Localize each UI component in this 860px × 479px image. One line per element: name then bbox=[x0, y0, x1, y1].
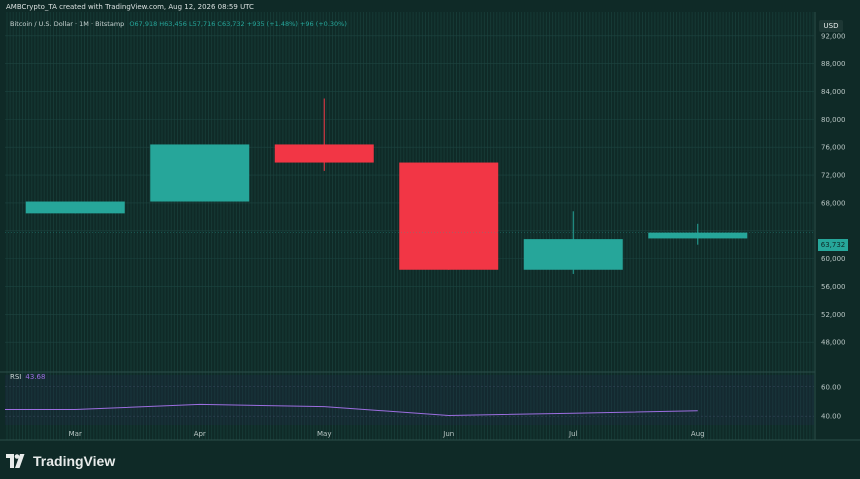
price-tick-label: 52,000 bbox=[821, 311, 846, 319]
price-tick-label: 60,000 bbox=[821, 255, 846, 263]
rsi-title: RSI bbox=[10, 373, 22, 381]
rsi-pane bbox=[5, 375, 814, 425]
time-tick-label: May bbox=[317, 430, 331, 438]
rsi-tick-label: 60.00 bbox=[821, 383, 841, 391]
candle-body bbox=[399, 162, 499, 270]
candle-body bbox=[648, 232, 748, 239]
ohlc-values: O67,918 H63,456 L57,716 C63,732 +935 (+1… bbox=[129, 20, 347, 28]
rsi-legend[interactable]: RSI 43.68 bbox=[10, 373, 45, 381]
price-tick-label: 80,000 bbox=[821, 116, 846, 124]
symbol-legend[interactable]: Bitcoin / U.S. Dollar · 1M · Bitstamp O6… bbox=[10, 20, 347, 28]
price-tick-label: 76,000 bbox=[821, 144, 846, 152]
tradingview-wordmark: TradingView bbox=[33, 453, 116, 469]
chart-credit: AMBCrypto_TA created with TradingView.co… bbox=[6, 3, 254, 11]
last-price-label: 63,732 bbox=[818, 239, 848, 251]
tradingview-logo-icon bbox=[6, 454, 25, 468]
rsi-background-band bbox=[5, 375, 814, 425]
price-tick-label: 72,000 bbox=[821, 172, 846, 180]
candle-body bbox=[25, 201, 125, 214]
price-tick-label: 56,000 bbox=[821, 283, 846, 291]
currency-badge[interactable]: USD bbox=[819, 20, 843, 32]
chart-canvas: 48,000 52,000 56,000 60,000 68,000 72,000 76,0… bbox=[0, 0, 860, 479]
rsi-value: 43.68 bbox=[25, 373, 46, 381]
time-tick-label: Jul bbox=[568, 430, 578, 438]
candle-body bbox=[523, 239, 623, 270]
candle-body bbox=[274, 144, 374, 163]
time-tick-label: Apr bbox=[194, 430, 206, 438]
symbol-name: Bitcoin / U.S. Dollar · 1M · Bitstamp bbox=[10, 20, 125, 28]
price-tick-label: 84,000 bbox=[821, 88, 846, 96]
rsi-tick-label: 40.00 bbox=[821, 413, 841, 421]
brand-footer[interactable]: TradingView bbox=[6, 452, 115, 470]
price-tick-label: 68,000 bbox=[821, 199, 846, 207]
price-tick-label: 88,000 bbox=[821, 60, 846, 68]
time-tick-label: Aug bbox=[691, 430, 705, 438]
time-tick-label: Mar bbox=[69, 430, 82, 438]
price-tick-label: 92,000 bbox=[821, 32, 846, 40]
candle-body bbox=[150, 144, 250, 202]
time-tick-label: Jun bbox=[442, 430, 454, 438]
price-tick-label: 48,000 bbox=[821, 339, 846, 347]
